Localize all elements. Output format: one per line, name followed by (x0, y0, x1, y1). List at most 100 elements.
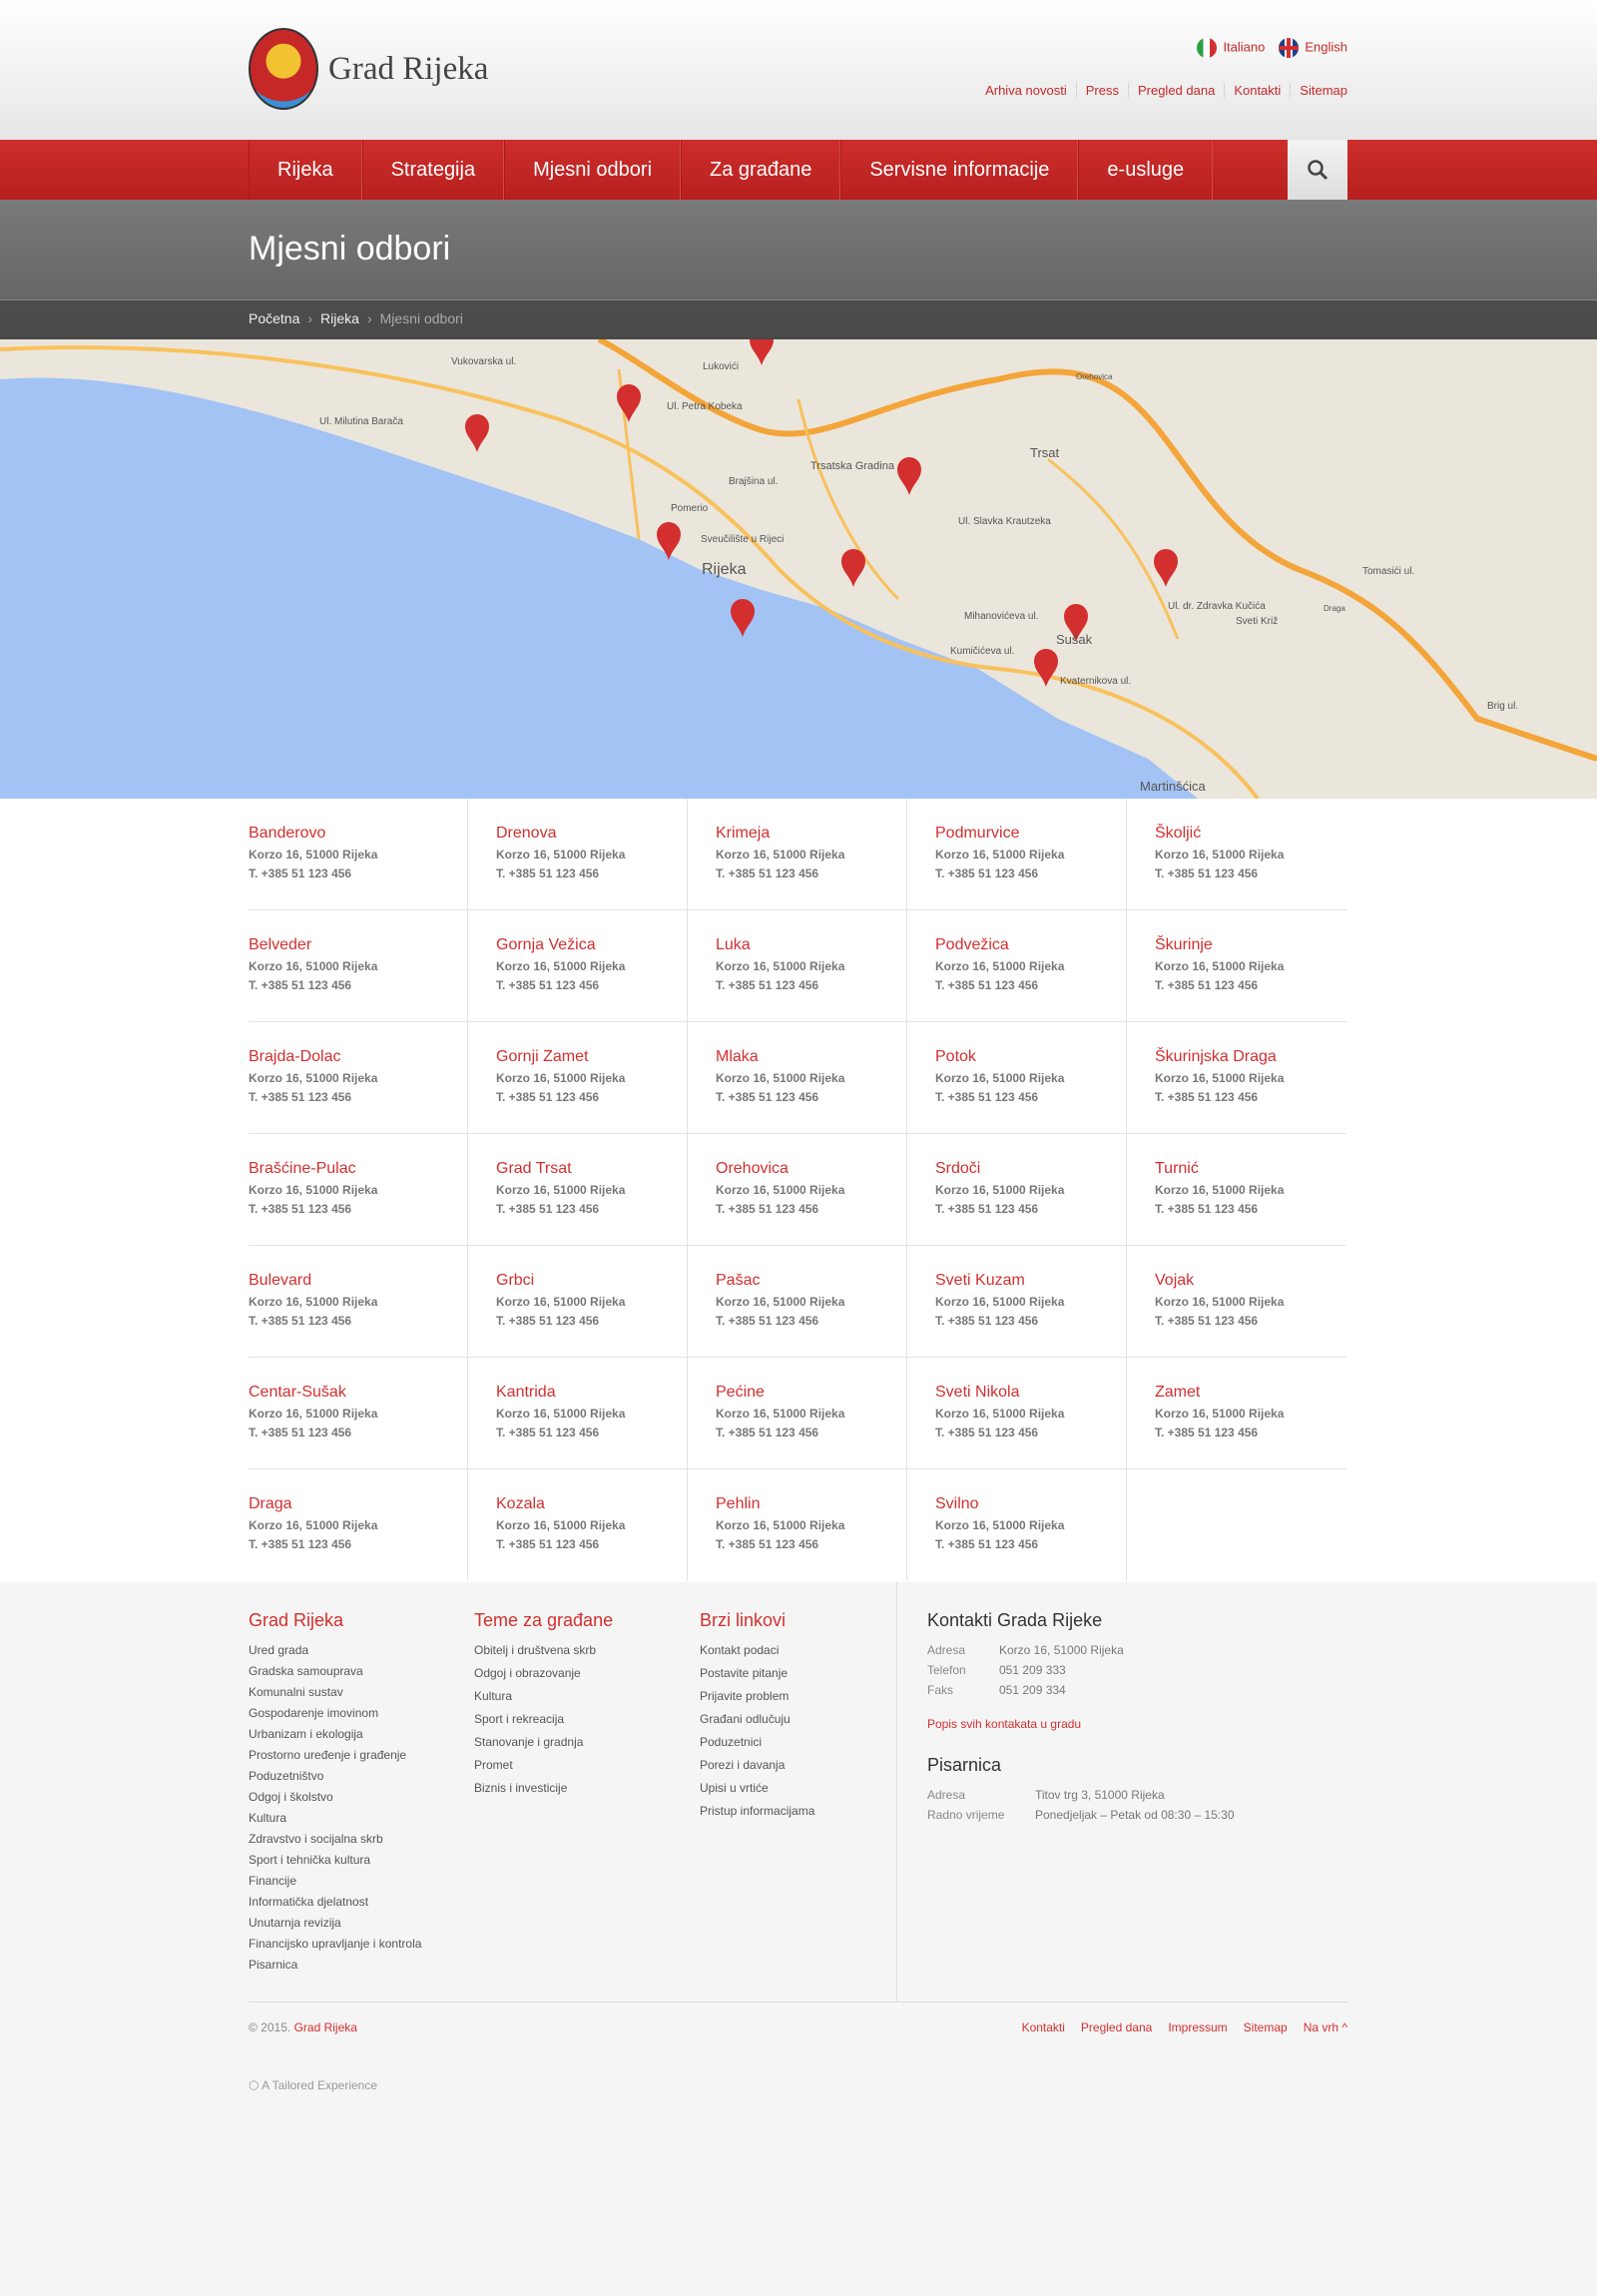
committee-name[interactable]: Škurinje (1155, 936, 1346, 954)
committee-name[interactable]: Podmurvice (935, 825, 1126, 843)
committee-name[interactable]: Kantrida (496, 1384, 687, 1402)
footer-link[interactable]: Odgoj i obrazovanje (474, 1666, 613, 1689)
contact-row: Adresa Korzo 16, 51000 Rijeka (927, 1643, 1347, 1663)
bottom-link-impressum[interactable]: Impressum (1168, 2020, 1227, 2034)
lang-english[interactable]: English (1279, 38, 1347, 58)
committee-name[interactable]: Pašac (716, 1272, 906, 1290)
footer-link[interactable]: Prijavite problem (700, 1689, 814, 1712)
committee-name[interactable]: Orehovica (716, 1160, 906, 1178)
committee-name[interactable]: Sveti Nikola (935, 1384, 1126, 1402)
committee-name[interactable]: Podvežica (935, 936, 1126, 954)
footer-link[interactable]: Pristup informacijama (700, 1804, 814, 1827)
footer-link[interactable]: Ured grada (249, 1643, 421, 1664)
footer-link[interactable]: Promet (474, 1758, 613, 1781)
map-pin-icon[interactable] (1034, 649, 1058, 687)
committee-name[interactable]: Banderovo (249, 825, 467, 843)
map-pin-icon[interactable] (465, 414, 489, 452)
map-canvas[interactable]: Rijeka Trsat Sušak Martinšćica Trsatska Grad… (0, 327, 1597, 801)
footer-link[interactable]: Financijsko upravljanje i kontrola (249, 1937, 421, 1958)
committee-name[interactable]: Drenova (496, 825, 687, 843)
footer-link[interactable]: Poduzetnici (700, 1735, 814, 1758)
breadcrumb-pocetna[interactable]: Početna (249, 310, 299, 326)
committee-name[interactable]: Krimeja (716, 825, 906, 843)
footer-link[interactable]: Gradska samouprava (249, 1664, 421, 1685)
committee-name[interactable]: Kozala (496, 1495, 687, 1513)
nav-strategija[interactable]: Strategija (361, 140, 505, 200)
bottom-link-sitemap[interactable]: Sitemap (1244, 2020, 1288, 2034)
link-press[interactable]: Press (1075, 83, 1128, 98)
footer-link[interactable]: Poduzetništvo (249, 1769, 421, 1790)
nav-rijeka[interactable]: Rijeka (249, 140, 362, 200)
logo[interactable]: Grad Rijeka (249, 28, 488, 110)
back-to-top-link[interactable]: Na vrh ^ (1304, 2020, 1347, 2034)
committee-name[interactable]: Turnić (1155, 1160, 1346, 1178)
link-kontakti[interactable]: Kontakti (1224, 83, 1290, 98)
committee-name[interactable]: Grad Trsat (496, 1160, 687, 1178)
committee-name[interactable]: Luka (716, 936, 906, 954)
footer-link[interactable]: Upisi u vrtiće (700, 1781, 814, 1804)
footer-link[interactable]: Prostorno uređenje i građenje (249, 1748, 421, 1769)
tailored-credit[interactable]: ⬡ A Tailored Experience (249, 2078, 377, 2092)
footer-link[interactable]: Komunalni sustav (249, 1685, 421, 1706)
map-pin-icon[interactable] (617, 384, 641, 422)
committee-name[interactable]: Vojak (1155, 1272, 1346, 1290)
breadcrumb-rijeka[interactable]: Rijeka (320, 310, 359, 326)
committee-name[interactable]: Bulevard (249, 1272, 467, 1290)
nav-e-usluge[interactable]: e-usluge (1078, 140, 1214, 200)
committee-name[interactable]: Potok (935, 1048, 1126, 1066)
committee-name[interactable]: Brašćine-Pulac (249, 1160, 467, 1178)
link-pregled-dana[interactable]: Pregled dana (1127, 83, 1224, 98)
bottom-link-pregled-dana[interactable]: Pregled dana (1081, 2020, 1152, 2034)
footer-link[interactable]: Kultura (474, 1689, 613, 1712)
map-pin-icon[interactable] (750, 327, 774, 365)
footer-link[interactable]: Unutarnja revizija (249, 1916, 421, 1937)
committee-name[interactable]: Školjić (1155, 825, 1346, 843)
committee-name[interactable]: Pehlin (716, 1495, 906, 1513)
footer-link[interactable]: Sport i tehnička kultura (249, 1853, 421, 1874)
committee-name[interactable]: Mlaka (716, 1048, 906, 1066)
footer-link[interactable]: Gospodarenje imovinom (249, 1706, 421, 1727)
footer-link[interactable]: Zdravstvo i socijalna skrb (249, 1832, 421, 1853)
footer-link[interactable]: Sport i rekreacija (474, 1712, 613, 1735)
nav-mjesni-odbori[interactable]: Mjesni odbori (504, 140, 682, 200)
footer-link[interactable]: Postavite pitanje (700, 1666, 814, 1689)
all-contacts-link[interactable]: Popis svih kontakata u gradu (927, 1717, 1347, 1731)
nav-servisne-informacije[interactable]: Servisne informacije (840, 140, 1079, 200)
footer-link[interactable]: Kontakt podaci (700, 1643, 814, 1666)
footer-link[interactable]: Informatička djelatnost (249, 1895, 421, 1916)
committee-name[interactable]: Gornja Vežica (496, 936, 687, 954)
footer-link[interactable]: Porezi i davanja (700, 1758, 814, 1781)
map-pin-icon[interactable] (897, 457, 921, 495)
map-pin-icon[interactable] (841, 549, 865, 587)
footer-link[interactable]: Građani odlučuju (700, 1712, 814, 1735)
committee-name[interactable]: Svilno (935, 1495, 1126, 1513)
copyright-link[interactable]: Grad Rijeka (294, 2020, 357, 2034)
footer-link[interactable]: Urbanizam i ekologija (249, 1727, 421, 1748)
footer-link[interactable]: Obitelj i društvena skrb (474, 1643, 613, 1666)
footer-link[interactable]: Biznis i investicije (474, 1781, 613, 1804)
committee-name[interactable]: Pećine (716, 1384, 906, 1402)
committee-name[interactable]: Brajda-Dolac (249, 1048, 467, 1066)
committee-name[interactable]: Centar-Sušak (249, 1384, 467, 1402)
committee-name[interactable]: Zamet (1155, 1384, 1346, 1402)
committee-name[interactable]: Grbci (496, 1272, 687, 1290)
nav-za-gradane[interactable]: Za građane (681, 140, 841, 200)
map[interactable]: Rijeka Trsat Sušak Martinšćica Trsatska Grad… (0, 327, 1597, 801)
footer-link[interactable]: Stanovanje i gradnja (474, 1735, 613, 1758)
committee-name[interactable]: Gornji Zamet (496, 1048, 687, 1066)
committee-name[interactable]: Sveti Kuzam (935, 1272, 1126, 1290)
map-pin-icon[interactable] (1154, 549, 1178, 587)
committee-name[interactable]: Škurinjska Draga (1155, 1048, 1346, 1066)
committee-name[interactable]: Srdoči (935, 1160, 1126, 1178)
committee-name[interactable]: Draga (249, 1495, 467, 1513)
footer-link[interactable]: Odgoj i školstvo (249, 1790, 421, 1811)
bottom-link-kontakti[interactable]: Kontakti (1022, 2020, 1065, 2034)
footer-link[interactable]: Pisarnica (249, 1958, 421, 1979)
link-sitemap[interactable]: Sitemap (1290, 83, 1347, 98)
search-button[interactable] (1288, 140, 1347, 200)
link-arhiva-novosti[interactable]: Arhiva novosti (976, 83, 1076, 98)
committee-name[interactable]: Belveder (249, 936, 467, 954)
footer-link[interactable]: Kultura (249, 1811, 421, 1832)
lang-italiano[interactable]: Italiano (1197, 38, 1265, 58)
footer-link[interactable]: Financije (249, 1874, 421, 1895)
